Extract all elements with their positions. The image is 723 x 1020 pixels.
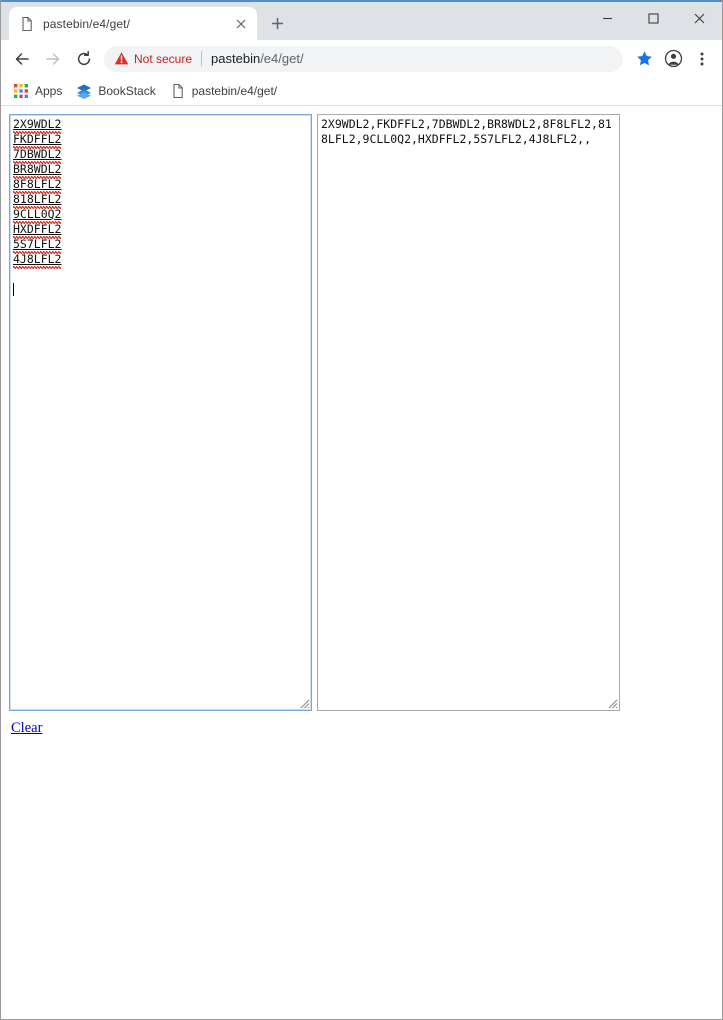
title-bar: pastebin/e4/get/: [1, 0, 722, 40]
bookmark-label: BookStack: [98, 84, 156, 98]
page-viewport: 2X9WDL2 FKDFFL2 7DBWDL2 BR8WDL2 8F8LFL2 …: [1, 106, 722, 1015]
tab-title: pastebin/e4/get/: [43, 16, 131, 31]
back-arrow-icon: [15, 52, 29, 65]
codes-output-area[interactable]: 2X9WDL2,FKDFFL2,7DBWDL2,BR8WDL2,8F8LFL2,…: [317, 114, 620, 711]
back-button[interactable]: [7, 44, 37, 74]
code-entry[interactable]: HXDFFL2: [13, 222, 62, 239]
tab-pastebin[interactable]: pastebin/e4/get/: [9, 7, 257, 40]
code-entry[interactable]: 7DBWDL2: [13, 147, 62, 164]
forward-arrow-icon: [46, 52, 60, 65]
browser-menu-button[interactable]: [688, 45, 716, 73]
panels-row: 2X9WDL2 FKDFFL2 7DBWDL2 BR8WDL2 8F8LFL2 …: [9, 114, 714, 711]
minimize-button[interactable]: [584, 2, 630, 34]
codes-input-area[interactable]: 2X9WDL2 FKDFFL2 7DBWDL2 BR8WDL2 8F8LFL2 …: [9, 114, 312, 711]
browser-toolbar: Not secure pastebin/e4/get/: [1, 40, 722, 77]
joined-codes-text: 2X9WDL2,FKDFFL2,7DBWDL2,BR8WDL2,8F8LFL2,…: [321, 117, 612, 146]
code-entry[interactable]: 818LFL2: [13, 192, 62, 209]
tab-close-icon[interactable]: [233, 16, 249, 32]
close-glyph: [236, 19, 246, 28]
text-caret-row: [13, 282, 308, 297]
text-caret: [13, 283, 14, 296]
bookmark-pastebin[interactable]: pastebin/e4/get/: [166, 80, 285, 102]
reload-button[interactable]: [69, 44, 99, 74]
close-button[interactable]: [676, 2, 722, 34]
code-entry[interactable]: 4J8LFL2: [13, 252, 62, 269]
bookmark-bookstack[interactable]: BookStack: [72, 80, 163, 102]
code-entry[interactable]: 5S7LFL2: [13, 237, 62, 254]
bookstack-layers-icon: [77, 84, 92, 99]
code-entry[interactable]: BR8WDL2: [13, 162, 62, 179]
resize-grip-icon[interactable]: [605, 696, 618, 709]
star-icon: [636, 51, 652, 66]
code-entry[interactable]: 8F8LFL2: [13, 177, 62, 194]
code-entry[interactable]: FKDFFL2: [13, 132, 62, 149]
plus-icon: [271, 17, 283, 29]
profile-button[interactable]: [659, 45, 687, 73]
security-status-text: Not secure: [134, 51, 193, 66]
maximize-icon: [647, 12, 659, 24]
new-tab-button[interactable]: [263, 9, 291, 37]
profile-avatar-icon: [664, 49, 682, 68]
page-icon: [173, 83, 183, 99]
tab-strip: pastebin/e4/get/: [1, 2, 291, 40]
url-text: pastebin/e4/get/: [211, 51, 613, 66]
apps-grid-icon: [14, 84, 28, 98]
omnibox-divider: [201, 51, 203, 66]
reload-icon: [77, 50, 91, 65]
browser-window: pastebin/e4/get/ Not secure pastebin/e4/…: [0, 0, 723, 1020]
bookmark-star-button[interactable]: [630, 45, 658, 73]
bookmarks-bar: Apps BookStack pastebin/e4/get/: [1, 77, 722, 106]
codes-list: 2X9WDL2 FKDFFL2 7DBWDL2 BR8WDL2 8F8LFL2 …: [13, 117, 308, 269]
warning-triangle-icon: [114, 52, 129, 65]
bookmark-apps[interactable]: Apps: [9, 80, 70, 102]
page-icon: [22, 16, 32, 31]
code-entry[interactable]: 2X9WDL2: [13, 117, 62, 134]
address-bar[interactable]: Not secure pastebin/e4/get/: [104, 45, 623, 72]
url-host: pastebin: [211, 51, 261, 66]
minimize-icon: [602, 17, 612, 19]
maximize-button[interactable]: [630, 2, 676, 34]
three-dot-menu-icon: [700, 52, 704, 65]
clear-link[interactable]: Clear: [11, 720, 42, 737]
close-icon: [694, 13, 704, 23]
url-path: /e4/get/: [260, 51, 304, 66]
resize-grip-icon[interactable]: [297, 696, 310, 709]
bookmark-label: Apps: [35, 84, 63, 98]
bookmark-label: pastebin/e4/get/: [191, 84, 278, 98]
empty-line: [13, 267, 308, 282]
code-entry[interactable]: 9CLL0Q2: [13, 207, 62, 224]
window-controls: [584, 2, 722, 34]
forward-button[interactable]: [38, 44, 68, 74]
